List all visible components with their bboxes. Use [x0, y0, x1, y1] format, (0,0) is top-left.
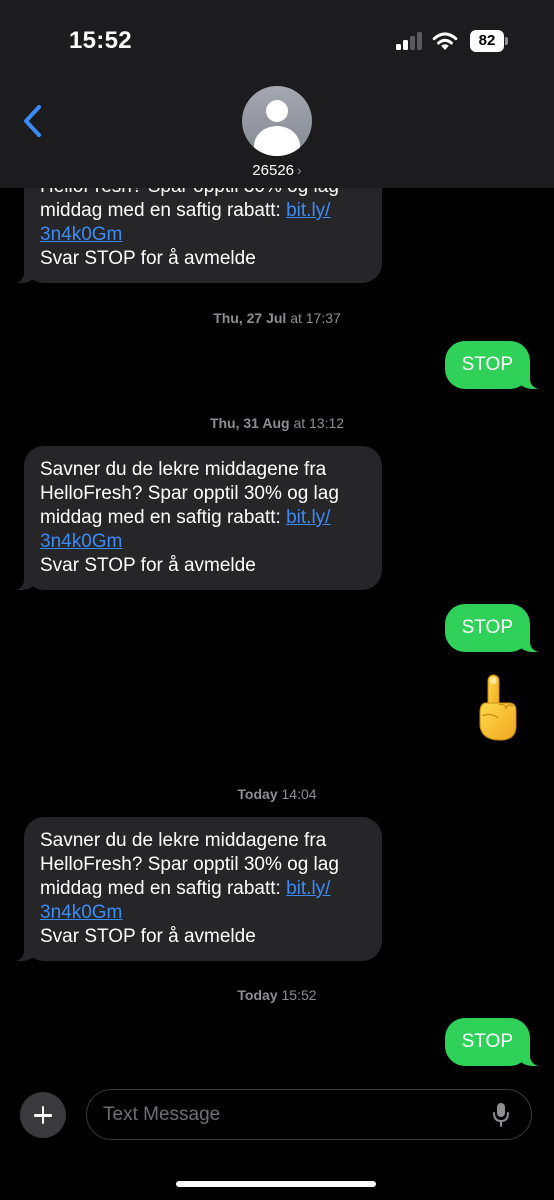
contact-name-button[interactable]: 26526 › — [0, 162, 554, 179]
message-link[interactable]: bit.ly/ — [286, 200, 330, 221]
timestamp: Thu, 31 Aug at 13:12 — [209, 415, 345, 431]
message-link[interactable]: 3n4k0Gm — [40, 530, 366, 554]
timestamp: Thu, 27 Jul at 17:37 — [213, 310, 341, 326]
message-input[interactable] — [86, 1089, 532, 1140]
contact-name: 26526 — [252, 162, 295, 179]
cellular-signal-icon — [396, 32, 424, 50]
wifi-icon — [432, 32, 458, 50]
message-text: HelloFresh? Spar opptil 30% og lag midda… — [40, 175, 366, 271]
outgoing-message[interactable]: STOP — [444, 341, 550, 389]
incoming-message[interactable]: Savner du de lekre middagene fra HelloFr… — [4, 446, 382, 590]
conversation-header: 15:52 82 26526 › — [0, 0, 554, 188]
status-time: 15:52 — [69, 27, 132, 54]
home-indicator — [176, 1181, 376, 1187]
back-chevron-icon[interactable] — [20, 104, 46, 138]
message-text: STOP — [461, 1031, 513, 1052]
chevron-right-icon: › — [297, 162, 302, 178]
message-text: Savner du de lekre middagene fra HelloFr… — [40, 829, 366, 949]
message-link[interactable]: 3n4k0Gm — [40, 223, 366, 247]
outgoing-message[interactable]: STOP — [444, 1018, 550, 1066]
battery-icon: 82 — [470, 30, 504, 52]
timestamp: Today 14:04 — [237, 786, 317, 802]
timestamp: Today 15:52 — [237, 987, 317, 1003]
message-link[interactable]: bit.ly/ — [286, 507, 330, 528]
plus-icon[interactable] — [20, 1092, 66, 1138]
message-text: STOP — [461, 617, 513, 638]
contact-avatar[interactable] — [242, 86, 312, 156]
message-text: STOP — [461, 354, 513, 375]
middle-finger-emoji-icon[interactable] — [476, 672, 518, 744]
microphone-icon[interactable] — [492, 1103, 510, 1127]
message-link[interactable]: 3n4k0Gm — [40, 901, 366, 925]
incoming-message[interactable]: Savner du de lekre middagene fra HelloFr… — [4, 817, 382, 961]
message-text: Savner du de lekre middagene fra HelloFr… — [40, 458, 366, 578]
message-link[interactable]: bit.ly/ — [286, 878, 330, 899]
outgoing-message[interactable]: STOP — [444, 604, 550, 652]
